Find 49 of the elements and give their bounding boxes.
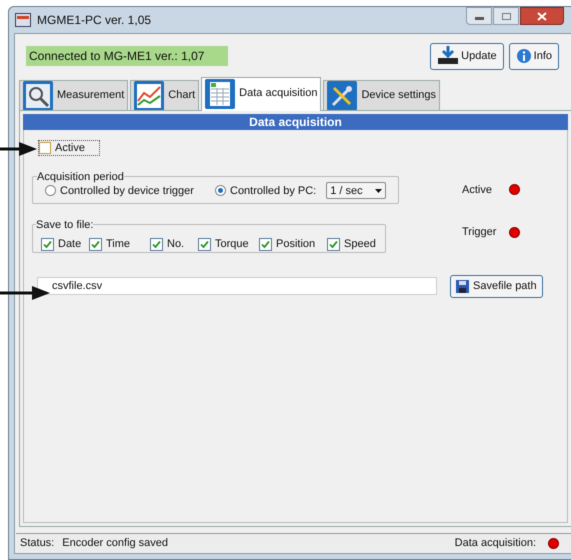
- minimize-button[interactable]: [466, 7, 492, 25]
- info-icon: [516, 48, 532, 64]
- maximize-button[interactable]: [493, 7, 519, 25]
- close-icon: [537, 12, 547, 20]
- indicator-label: Active: [462, 182, 493, 198]
- info-button[interactable]: Info: [508, 42, 559, 70]
- radio-option[interactable]: Controlled by device trigger: [45, 182, 215, 199]
- update-button[interactable]: Update: [430, 42, 504, 70]
- group-title: Acquisition period: [37, 170, 124, 184]
- connection-status: Connected to MG-ME1 ver.: 1,07: [26, 46, 228, 66]
- line-chart-icon: [134, 80, 164, 110]
- checkbox[interactable]: [150, 238, 163, 251]
- checkbox-label: Date: [58, 237, 82, 252]
- status-label: Status:: [20, 536, 54, 551]
- checkbox[interactable]: [41, 238, 54, 251]
- tools-icon: [327, 80, 358, 110]
- group-title: Save to file:: [36, 218, 94, 232]
- window-title: MGME1-PC ver. 1,05: [37, 12, 152, 29]
- radio-option[interactable]: Controlled by PC:: [215, 182, 316, 199]
- radio-button[interactable]: [45, 185, 56, 196]
- download-icon: [437, 46, 460, 66]
- status-message: Encoder config saved: [62, 536, 168, 551]
- arrow-icon: [0, 142, 37, 156]
- checkbox-label: Time: [106, 237, 130, 252]
- radio-button[interactable]: [215, 185, 226, 196]
- tab[interactable]: Data acquisition: [201, 77, 322, 111]
- close-button[interactable]: [520, 7, 564, 25]
- checkbox-label: Torque: [215, 237, 249, 252]
- checkbox-label: Position: [276, 237, 316, 252]
- arrow-icon: [0, 286, 50, 300]
- savefile-path-button[interactable]: Savefile path: [450, 274, 543, 298]
- app-icon: [15, 13, 31, 27]
- tab[interactable]: Measurement: [19, 80, 128, 110]
- checkbox-label: Speed: [344, 237, 376, 252]
- panel-header: Data acquisition: [23, 114, 568, 130]
- checkbox[interactable]: [89, 238, 102, 251]
- active-checkbox[interactable]: Active: [38, 140, 100, 156]
- checkbox[interactable]: [198, 238, 211, 251]
- indicator-label: Trigger: [462, 225, 498, 240]
- spreadsheet-icon: [205, 78, 236, 108]
- checkbox-label: No.: [167, 237, 184, 252]
- checkbox[interactable]: [259, 238, 272, 251]
- acquisition-status-label: Data acquisition:: [454, 536, 536, 551]
- rate-dropdown[interactable]: 1 / sec: [326, 182, 386, 200]
- tab[interactable]: Chart: [130, 80, 200, 110]
- caret-icon: [375, 188, 382, 193]
- tab[interactable]: Device settings: [323, 80, 440, 110]
- checkbox[interactable]: [327, 238, 340, 251]
- file-path-field[interactable]: csvfile.csv: [37, 277, 437, 295]
